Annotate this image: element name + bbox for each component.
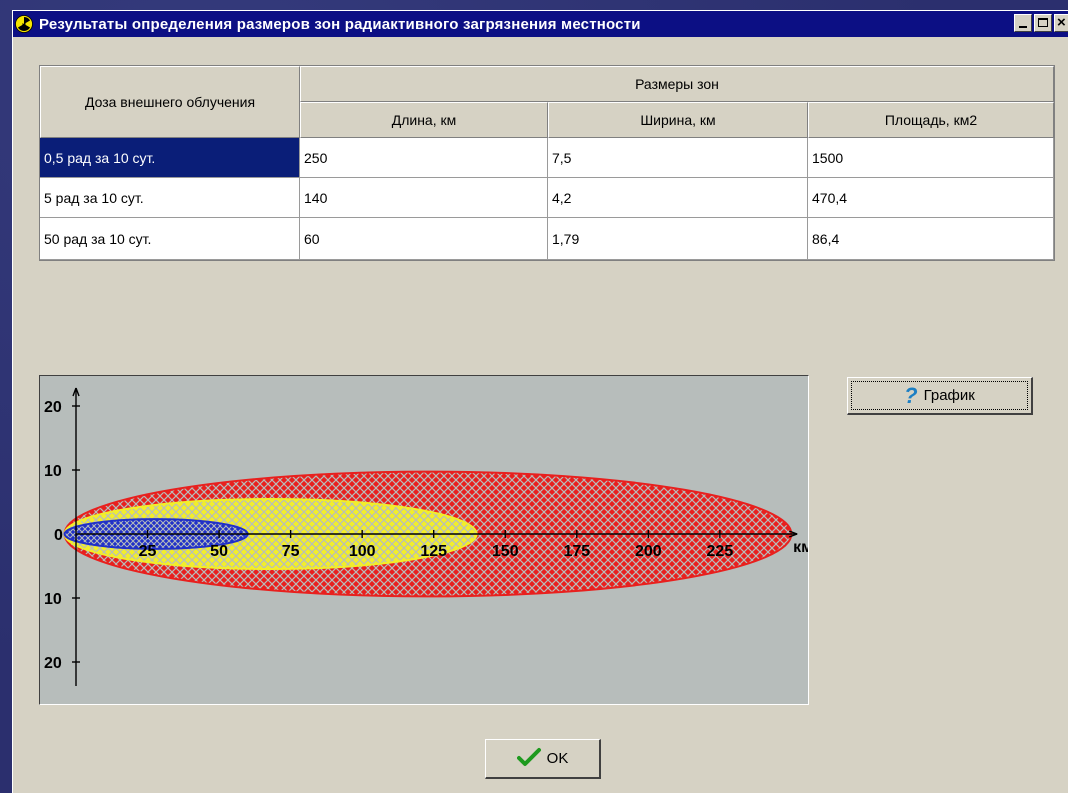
y-tick-label: 20 [44,399,62,416]
header-zone-sizes: Размеры зон [300,66,1054,102]
table-cell-width[interactable]: 4,2 [548,178,808,218]
zone-chart: 201001020255075100125150175200225км [39,375,809,705]
table-cell-area[interactable]: 470,4 [808,178,1054,218]
table-cell-area[interactable]: 1500 [808,138,1054,178]
x-tick-label: 200 [635,543,662,560]
x-tick-label: 75 [282,543,300,560]
checkmark-icon [516,747,541,771]
table-row-dose[interactable]: 0,5 рад за 10 сут. [40,138,300,178]
y-tick-label: 10 [44,463,62,480]
x-tick-label: 125 [420,543,447,560]
ok-button-label: OK [546,750,569,767]
x-axis-unit: км [793,539,808,556]
x-tick-label: 100 [349,543,376,560]
results-window: Результаты определения размеров зон ради… [12,10,1068,793]
close-button[interactable]: × [1054,14,1068,32]
results-table: Доза внешнего облучения Размеры зон Длин… [39,65,1055,261]
x-tick-label: 25 [139,543,157,560]
maximize-icon [1038,18,1048,27]
table-cell-length[interactable]: 140 [300,178,548,218]
radiation-icon [15,15,33,33]
header-dose: Доза внешнего облучения [40,66,300,138]
x-tick-label: 150 [492,543,519,560]
header-area[interactable]: Площадь, км2 [808,102,1054,138]
maximize-button[interactable] [1034,14,1052,32]
table-cell-area[interactable]: 86,4 [808,218,1054,260]
table-cell-width[interactable]: 7,5 [548,138,808,178]
x-tick-label: 225 [707,543,734,560]
table-cell-length[interactable]: 60 [300,218,548,260]
graph-button[interactable]: ? График [847,377,1033,415]
x-tick-label: 175 [563,543,590,560]
window-title: Результаты определения размеров зон ради… [39,15,641,33]
graph-button-label: График [923,387,975,404]
y-tick-label: 20 [44,655,62,672]
header-length[interactable]: Длина, км [300,102,548,138]
table-cell-length[interactable]: 250 [300,138,548,178]
table-row-dose[interactable]: 5 рад за 10 сут. [40,178,300,218]
ok-button[interactable]: OK [485,739,601,779]
y-tick-label-zero: 0 [54,527,63,544]
header-width[interactable]: Ширина, км [548,102,808,138]
table-cell-width[interactable]: 1,79 [548,218,808,260]
table-row-dose[interactable]: 50 рад за 10 сут. [40,218,300,260]
minimize-icon [1019,26,1027,28]
title-bar[interactable]: Результаты определения размеров зон ради… [13,11,1068,37]
x-tick-label: 50 [210,543,228,560]
help-question-icon: ? [904,382,918,408]
minimize-button[interactable] [1014,14,1032,32]
close-icon: × [1057,14,1066,31]
zone-chart-svg: 201001020255075100125150175200225км [44,387,808,686]
y-tick-label: 10 [44,591,62,608]
window-controls: × [1014,14,1068,32]
